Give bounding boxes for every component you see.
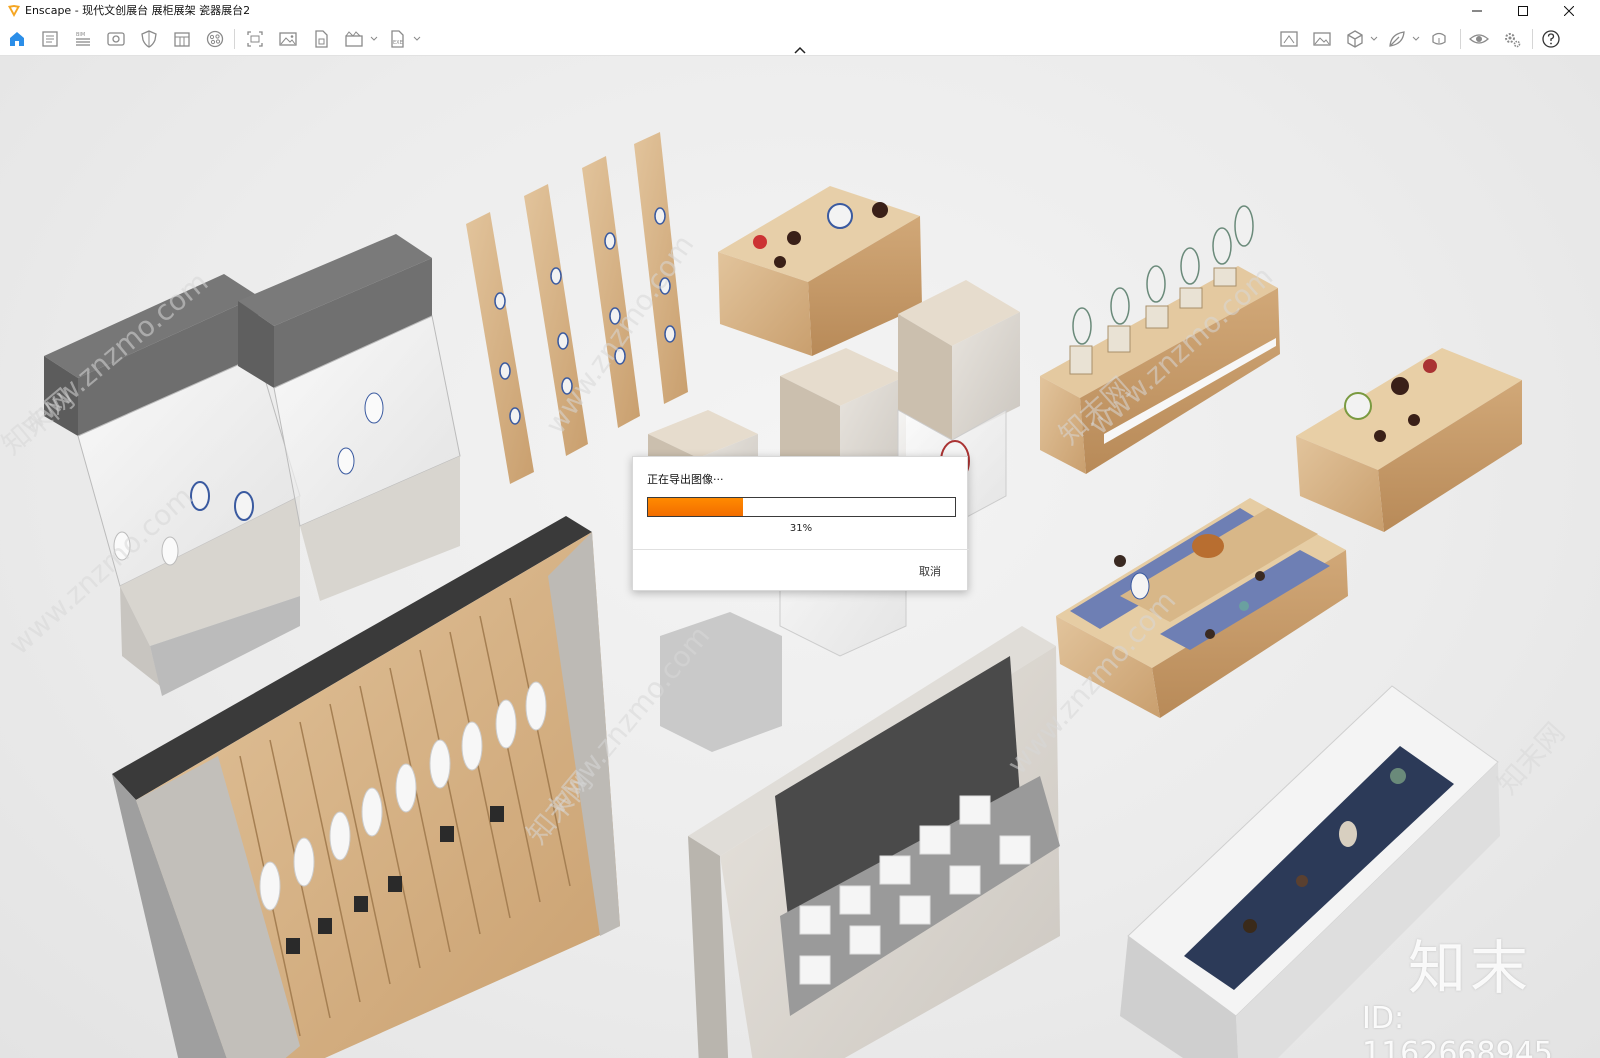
screenshot-button[interactable]: [244, 28, 266, 50]
maximize-icon: [1518, 6, 1528, 16]
toolbar-separator: [234, 29, 235, 49]
svg-text:知末网: 知末网: [1491, 716, 1572, 801]
document-button[interactable]: [39, 28, 61, 50]
minimize-button[interactable]: [1454, 0, 1500, 22]
batch-render-icon: [345, 31, 363, 47]
cube-button[interactable]: [1344, 28, 1366, 50]
materials-button[interactable]: [204, 28, 226, 50]
progress-fill: [648, 498, 744, 516]
exe-export-icon: EXE: [391, 30, 404, 48]
watermark-id: ID: 1162668945: [1362, 1001, 1553, 1058]
export-pdf-button[interactable]: [310, 28, 332, 50]
watermark-logo: 知末: [1408, 934, 1533, 1002]
bim-button[interactable]: BIM: [72, 28, 94, 50]
export-pdf-icon: [315, 30, 328, 48]
image-button[interactable]: [277, 28, 299, 50]
tea-set-display-top: [718, 186, 922, 356]
minimize-icon: [1472, 10, 1482, 12]
enscape-window: Enscape - 现代文创展台 展柜展架 瓷器展台2 BIM EXE www.…: [0, 0, 1600, 1058]
settings-icon: [1505, 33, 1521, 48]
batch-render-button[interactable]: [343, 28, 365, 50]
settings-button[interactable]: [1501, 28, 1523, 50]
image-button-right[interactable]: [1311, 28, 1333, 50]
shield-button[interactable]: [138, 28, 160, 50]
chevron-down-icon[interactable]: [1412, 36, 1420, 42]
leaf-button[interactable]: [1386, 28, 1408, 50]
asset-library-button[interactable]: [1278, 28, 1300, 50]
cube-icon: [1347, 30, 1363, 48]
chevron-down-icon[interactable]: [413, 36, 421, 42]
dialog-title: 正在导出图像···: [647, 473, 724, 486]
toolbar-separator: [1532, 29, 1533, 49]
toolbar-separator: [1460, 29, 1461, 49]
vr-icon: [1432, 32, 1446, 45]
export-progress-dialog: 正在导出图像··· 31% 取消: [632, 456, 969, 591]
vr-button[interactable]: [1428, 28, 1450, 50]
chevron-down-icon[interactable]: [1370, 36, 1378, 42]
view-button[interactable]: [105, 28, 127, 50]
table-button[interactable]: [171, 28, 193, 50]
close-button[interactable]: [1546, 0, 1592, 22]
svg-text:EXE: EXE: [393, 40, 403, 46]
leaf-icon: [1389, 31, 1405, 47]
exe-export-button[interactable]: EXE: [386, 28, 408, 50]
chevron-down-icon[interactable]: [370, 36, 378, 42]
shield-icon: [141, 30, 157, 48]
window-title: Enscape - 现代文创展台 展柜展架 瓷器展台2: [25, 4, 251, 17]
close-icon: [1564, 6, 1574, 16]
svg-text:BIM: BIM: [76, 32, 85, 38]
visibility-icon: [1469, 34, 1489, 44]
help-icon: [1542, 30, 1560, 48]
asset-library-icon: [1280, 31, 1298, 47]
collapse-toolbar-icon[interactable]: [792, 45, 808, 55]
screenshot-icon: [247, 31, 263, 47]
bim-icon: BIM: [76, 32, 90, 46]
visibility-button[interactable]: [1468, 28, 1490, 50]
home-button[interactable]: [6, 28, 28, 50]
document-icon: [42, 31, 58, 47]
maximize-button[interactable]: [1500, 0, 1546, 22]
materials-icon: [206, 30, 224, 48]
view-icon: [107, 32, 125, 46]
table-icon: [174, 32, 190, 47]
home-icon: [10, 32, 24, 46]
enscape-logo-icon: [8, 5, 20, 17]
image-icon: [1313, 32, 1331, 46]
help-button[interactable]: [1540, 28, 1562, 50]
export-progress-bar: [647, 497, 956, 517]
tea-set-display-right: [1296, 348, 1522, 532]
cancel-button[interactable]: 取消: [919, 563, 941, 579]
title-bar: Enscape - 现代文创展台 展柜展架 瓷器展台2: [0, 0, 1600, 22]
divider: [633, 549, 969, 550]
image-icon: [279, 32, 297, 46]
progress-percent: 31%: [789, 523, 813, 534]
